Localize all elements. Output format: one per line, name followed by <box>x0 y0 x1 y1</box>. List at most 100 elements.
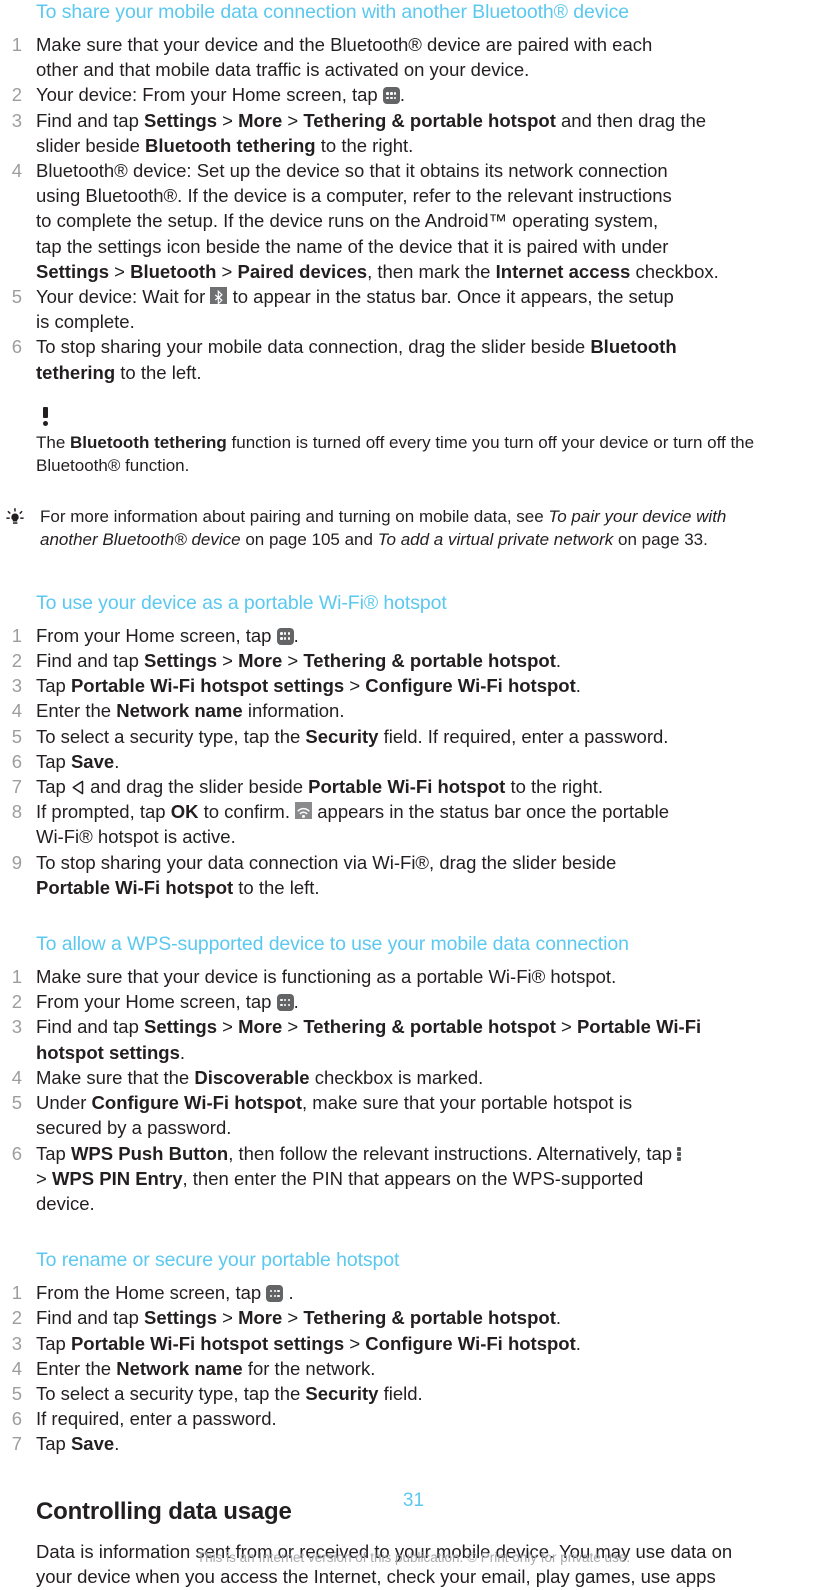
step-item: Tap and drag the slider beside Portable … <box>0 774 791 799</box>
separator: > <box>344 675 366 697</box>
ui-label-discoverable: Discoverable <box>194 1066 310 1088</box>
step-item: From your Home screen, tap . <box>0 989 791 1014</box>
tip-text: on page 105 and <box>240 529 378 549</box>
step-text-line: tap the settings icon beside the name of… <box>36 235 669 257</box>
separator: > <box>216 1016 239 1038</box>
ui-label-security: Security <box>305 725 379 747</box>
step-text: Find and tap <box>36 109 144 131</box>
ui-label-more: More <box>238 1016 283 1038</box>
step-text: , then mark the <box>367 260 496 282</box>
manual-page: To share your mobile data connection wit… <box>0 0 827 1590</box>
app-drawer-icon <box>266 1285 284 1303</box>
steps-bluetooth-tethering: Make sure that your device and the Bluet… <box>0 32 827 385</box>
ui-label-portable-wifi-hotspot-settings: Portable Wi-Fi hotspot settings <box>70 1332 345 1354</box>
step-text: to confirm. <box>198 801 296 823</box>
ui-label-settings: Settings <box>144 1016 217 1038</box>
step-text: field. If required, enter a password. <box>378 725 669 747</box>
ui-label-tethering-portable-hotspot: Tethering & portable hotspot <box>303 1016 556 1038</box>
separator: > <box>216 260 238 282</box>
step-text: checkbox. <box>630 260 719 282</box>
step-text: Under <box>36 1092 92 1114</box>
step-item: Make sure that your device is functionin… <box>0 964 791 989</box>
step-item: Find and tap Settings > More > Tethering… <box>0 1014 791 1064</box>
heading-portable-wifi-hotspot: To use your device as a portable Wi-Fi® … <box>36 591 447 614</box>
tip-text: For more information about pairing and t… <box>40 506 549 526</box>
step-item: Find and tap Settings > More > Tethering… <box>0 108 791 158</box>
step-text: If prompted, tap <box>36 801 171 823</box>
step-item: To select a security type, tap the Secur… <box>0 724 791 749</box>
ui-label-tethering-portable-hotspot: Tethering & portable hotspot <box>303 109 556 131</box>
step-text: Find and tap <box>36 1016 144 1038</box>
step-text: . <box>114 1433 120 1455</box>
separator: > <box>282 109 304 131</box>
step-text-line: is complete. <box>36 311 135 333</box>
step-item: If prompted, tap OK to confirm. appears … <box>0 799 791 849</box>
heading-share-mobile-data-bluetooth: To share your mobile data connection wit… <box>36 1 630 23</box>
ui-label-ok: OK <box>170 801 199 823</box>
step-text: to the right. <box>315 134 414 156</box>
ui-label-portable-wifi-hotspot: Portable Wi-Fi hotspot <box>308 776 506 798</box>
separator: > <box>216 109 239 131</box>
bluetooth-status-icon <box>210 287 228 306</box>
step-item: Tap Portable Wi-Fi hotspot settings > Co… <box>0 1331 791 1356</box>
lightbulb-icon <box>4 507 26 529</box>
step-text: for the network. <box>242 1357 376 1379</box>
step-text: Find and tap <box>36 1307 144 1329</box>
step-text: . <box>293 624 299 646</box>
step-text: To select a security type, tap the <box>36 1382 306 1404</box>
step-item: To select a security type, tap the Secur… <box>0 1381 791 1406</box>
step-text-line: using Bluetooth®. If the device is a com… <box>36 185 672 207</box>
step-text: To stop sharing your data connection via… <box>36 851 617 873</box>
note-text: function is turned off every time you tu… <box>226 432 755 452</box>
separator: > <box>216 1307 239 1329</box>
step-item: Make sure that the Discoverable checkbox… <box>0 1065 791 1090</box>
ui-label-network-name: Network name <box>116 1357 243 1379</box>
step-text-line: Bluetooth® device: Set up the device so … <box>36 160 668 182</box>
ui-label-bluetooth-tethering-cont: tethering <box>36 361 116 383</box>
step-text: to the left. <box>115 361 202 383</box>
step-item: Your device: From your Home screen, tap … <box>0 82 791 107</box>
ui-label-settings: Settings <box>36 260 109 282</box>
step-item: Tap WPS Push Button, then follow the rel… <box>0 1141 791 1217</box>
step-text-line: secured by a password. <box>36 1117 232 1139</box>
step-text: Tap <box>36 1433 71 1455</box>
step-item: Under Configure Wi-Fi hotspot, make sure… <box>0 1090 791 1140</box>
step-text: information. <box>242 700 345 722</box>
tip-body: For more information about pairing and t… <box>36 505 791 551</box>
step-text: From your Home screen, tap <box>36 624 277 646</box>
ui-label-portable-wifi: Portable Wi-Fi <box>576 1016 702 1038</box>
cross-ref-title-cont: another Bluetooth® device <box>40 529 241 549</box>
step-text: Enter the <box>36 700 117 722</box>
ui-label-more: More <box>238 650 283 672</box>
step-item: Find and tap Settings > More > Tethering… <box>0 1305 791 1330</box>
step-item: Enter the Network name information. <box>0 698 791 723</box>
step-text-line: device. <box>36 1192 95 1214</box>
exclamation-icon <box>40 406 62 429</box>
step-text-line: other and that mobile data traffic is ac… <box>36 59 530 81</box>
step-text: . <box>555 650 561 672</box>
ui-label-settings: Settings <box>144 1307 217 1329</box>
step-text: . <box>283 1282 294 1304</box>
step-text: From the Home screen, tap <box>36 1282 267 1304</box>
note-body: The Bluetooth tethering function is turn… <box>36 431 791 477</box>
ui-label-save: Save <box>70 750 115 772</box>
ui-label-settings: Settings <box>144 109 217 131</box>
ui-label-bluetooth: Bluetooth <box>130 260 217 282</box>
step-text-line: Wi-Fi® hotspot is active. <box>36 826 236 848</box>
ui-label-hotspot-settings: hotspot settings <box>36 1041 180 1063</box>
step-text: Tap <box>36 776 71 798</box>
separator: > <box>108 260 131 282</box>
step-text: Tap <box>36 1332 71 1354</box>
note-bluetooth-tethering: The Bluetooth tethering function is turn… <box>0 406 791 477</box>
page-content: To share your mobile data connection wit… <box>0 0 827 1589</box>
tip-text: on page 33. <box>613 529 708 549</box>
ui-label-network-name: Network name <box>116 700 243 722</box>
step-text: and then drag the <box>555 109 707 131</box>
step-item: Your device: Wait for to appear in the s… <box>0 284 791 334</box>
steps-portable-wifi-hotspot: From your Home screen, tap . Find and ta… <box>0 623 827 900</box>
back-arrow-icon <box>71 777 85 795</box>
step-text-line: Make sure that your device and the Bluet… <box>36 34 653 55</box>
step-item: If required, enter a password. <box>0 1406 791 1431</box>
ui-label-tethering-portable-hotspot: Tethering & portable hotspot <box>303 650 556 672</box>
step-text: . <box>555 1307 561 1329</box>
